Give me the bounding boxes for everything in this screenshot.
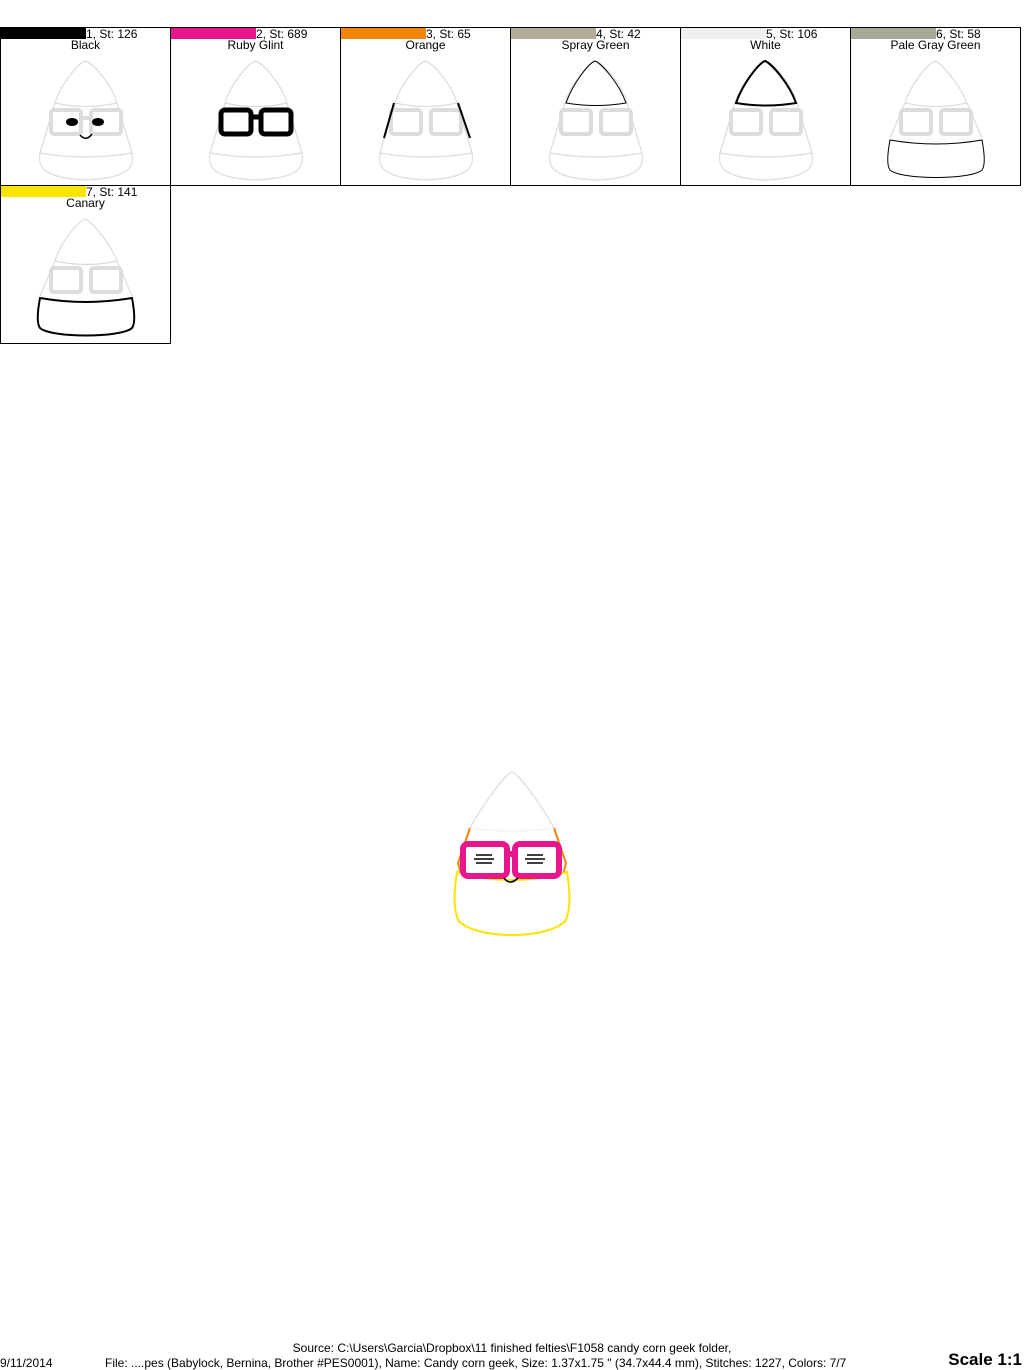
color-cell-black: 1, St: 126 Black: [0, 27, 171, 186]
color-name: Pale Gray Green: [890, 38, 981, 52]
color-name: Black: [70, 38, 101, 52]
color-name: White: [750, 38, 781, 52]
color-name: Ruby Glint: [227, 38, 284, 52]
footer-date: 9/11/2014: [0, 1356, 53, 1370]
color-name: Canary: [66, 196, 105, 210]
color-cell-spray-green: 4, St: 42 Spray Green: [510, 27, 681, 186]
color-cell-white: 5, St: 106 White: [680, 27, 851, 186]
color-cell-pale-gray-green: 6, St: 58 Pale Gray Green: [850, 27, 1021, 186]
footer-source: Source: C:\Users\Garcia\Dropbox\11 finis…: [292, 1341, 732, 1355]
footer-scale: Scale 1:1: [948, 1350, 1022, 1369]
color-name: Orange: [405, 38, 446, 52]
color-cell-ruby-glint: 2, St: 689 Ruby Glint: [170, 27, 341, 186]
color-cell-canary: 7, St: 141 Canary: [0, 185, 171, 344]
embroidery-preview: [453, 771, 571, 936]
color-cell-orange: 3, St: 65 Orange: [340, 27, 511, 186]
color-name: Spray Green: [561, 38, 630, 52]
footer-file-info: File: ....pes (Babylock, Bernina, Brothe…: [105, 1356, 847, 1370]
